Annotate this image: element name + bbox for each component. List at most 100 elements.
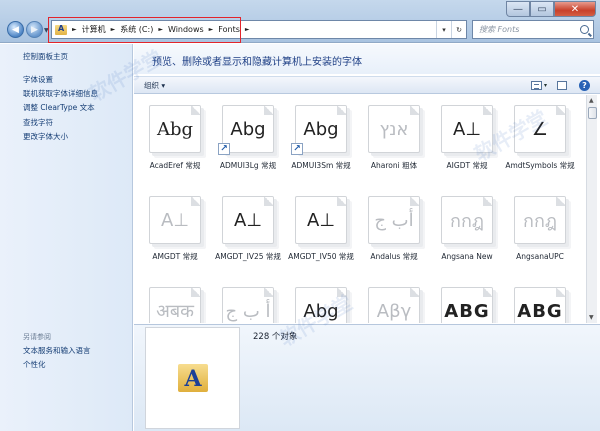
font-item[interactable]: Αβγ — [358, 287, 430, 323]
breadcrumb-separator[interactable]: ► — [242, 26, 253, 33]
font-preview-tile: กกฎ — [514, 196, 566, 244]
sidebar-find-character[interactable]: 查找字符 — [23, 117, 53, 128]
minimize-button[interactable]: — — [506, 1, 530, 17]
page-fold-icon — [264, 197, 273, 206]
window-controls: — ▭ ✕ — [506, 1, 596, 17]
font-name-label: AcadEref 常规 — [149, 161, 201, 170]
font-preview-tile: A⊥ — [149, 196, 201, 244]
font-name-label: Angsana New — [441, 252, 493, 261]
maximize-button[interactable]: ▭ — [530, 1, 554, 17]
search-icon[interactable] — [580, 25, 589, 34]
sidebar-get-font-info-online[interactable]: 联机获取字体详细信息 — [23, 88, 98, 99]
view-options-dropdown[interactable]: ▾ — [544, 82, 547, 89]
font-preview-tile: Αβγ — [368, 287, 420, 323]
help-icon[interactable]: ? — [579, 79, 590, 91]
change-view-icon[interactable] — [530, 80, 542, 90]
page-fold-icon — [337, 288, 346, 297]
vertical-scrollbar[interactable]: ▲ ▼ — [586, 95, 597, 323]
annotation-highlight-box — [48, 17, 241, 43]
font-sample-text: Abg — [156, 118, 194, 140]
scroll-down-arrow-icon[interactable]: ▼ — [589, 314, 594, 321]
font-item[interactable]: Abg — [285, 287, 357, 323]
sidebar-text-services-languages[interactable]: 文本服务和输入语言 — [23, 345, 91, 356]
preview-pane-icon[interactable] — [557, 80, 567, 90]
page-fold-icon — [556, 288, 565, 297]
font-name-label: ADMUI3Sm 常规 — [291, 161, 351, 170]
font-item[interactable]: A⊥ AIGDT 常规 — [431, 105, 503, 187]
page-fold-icon — [483, 106, 492, 115]
font-sample-text: A⊥ — [453, 118, 481, 140]
font-name-label: AIGDT 常规 — [446, 161, 488, 170]
font-item[interactable]: A⊥ AMGDT_IV25 常规 — [212, 196, 284, 278]
font-sample-text: กกฎ — [450, 210, 484, 232]
font-item[interactable]: กกฎ Angsana New — [431, 196, 503, 278]
page-fold-icon — [264, 288, 273, 297]
selected-item-preview — [145, 327, 240, 429]
font-name-label: AngsanaUPC — [516, 252, 564, 261]
sidebar-personalization[interactable]: 个性化 — [23, 359, 46, 370]
shortcut-arrow-icon: ↗ — [218, 143, 230, 155]
page-fold-icon — [410, 288, 419, 297]
page-fold-icon — [483, 197, 492, 206]
scroll-up-arrow-icon[interactable]: ▲ — [589, 97, 594, 104]
sidebar-change-font-size[interactable]: 更改字体大小 — [23, 131, 68, 142]
font-preview-tile: Abg — [295, 287, 347, 323]
page-fold-icon — [264, 106, 273, 115]
sidebar-font-settings[interactable]: 字体设置 — [23, 74, 53, 85]
page-fold-icon — [483, 288, 492, 297]
font-sample-text: A⊥ — [307, 209, 335, 231]
font-item[interactable]: أ ب ج — [212, 287, 284, 323]
font-name-label: AMGDT 常规 — [152, 252, 198, 261]
font-item[interactable]: ABG — [504, 287, 576, 323]
see-also-heading: 另请参阅 — [23, 333, 51, 341]
font-preview-tile: Abg — [149, 105, 201, 153]
font-grid: Abg AcadEref 常规 Abg ↗ ADMUI3Lg 常规 Abg ↗ ADMUI3S… — [134, 95, 586, 323]
font-preview-tile: กกฎ — [441, 196, 493, 244]
organize-menu-button[interactable]: 组织 ▾ — [144, 80, 165, 91]
font-item[interactable]: A⊥ AMGDT 常规 — [139, 196, 211, 278]
page-fold-icon — [191, 106, 200, 115]
page-fold-icon — [410, 106, 419, 115]
forward-button[interactable]: ▶ — [26, 21, 43, 38]
address-dropdown-icon[interactable]: ▾ — [436, 21, 451, 38]
font-sample-text: ∠ — [531, 118, 549, 140]
font-item[interactable]: Abg AcadEref 常规 — [139, 105, 211, 187]
search-input[interactable]: 搜索 Fonts — [472, 20, 594, 39]
font-name-label: AMGDT_IV25 常规 — [215, 252, 281, 261]
font-item[interactable]: أب ج Andalus 常规 — [358, 196, 430, 278]
page-fold-icon — [191, 197, 200, 206]
address-actions: ▾ ↻ — [436, 21, 466, 38]
close-button[interactable]: ✕ — [554, 1, 596, 17]
font-preview-tile: אנץ — [368, 105, 420, 153]
font-preview-tile: A⊥ — [441, 105, 493, 153]
font-sample-text: Abg — [230, 118, 266, 140]
item-count: 228 个对象 — [253, 332, 298, 342]
font-item[interactable]: אנץ Aharoni 粗体 — [358, 105, 430, 187]
page-fold-icon — [191, 288, 200, 297]
font-sample-text: A⊥ — [161, 209, 189, 231]
font-item[interactable]: Abg ↗ ADMUI3Sm 常规 — [285, 105, 357, 187]
back-button[interactable]: ◀ — [7, 21, 24, 38]
font-preview-tile: A⊥ — [295, 196, 347, 244]
font-item[interactable]: Abg ↗ ADMUI3Lg 常规 — [212, 105, 284, 187]
font-item[interactable]: กกฎ AngsanaUPC — [504, 196, 576, 278]
font-preview-tile: ABG — [441, 287, 493, 323]
font-name-label: Andalus 常规 — [370, 252, 418, 261]
command-bar: 组织 ▾ ▾ ? — [134, 76, 600, 94]
font-sample-text: Αβγ — [376, 300, 412, 322]
font-sample-text: Abg — [303, 300, 339, 322]
page-fold-icon — [410, 197, 419, 206]
shortcut-arrow-icon: ↗ — [291, 143, 303, 155]
font-item[interactable]: A⊥ AMGDT_IV50 常规 — [285, 196, 357, 278]
refresh-icon[interactable]: ↻ — [451, 21, 466, 38]
font-item[interactable]: अबक — [139, 287, 211, 323]
font-item[interactable]: ∠ AmdtSymbols 常规 — [504, 105, 576, 187]
sidebar-adjust-cleartype[interactable]: 调整 ClearType 文本 — [23, 102, 95, 113]
scroll-thumb[interactable] — [588, 107, 597, 119]
sidebar-control-panel-home[interactable]: 控制面板主页 — [23, 51, 68, 62]
font-sample-text: अबक — [156, 301, 194, 322]
font-item[interactable]: ABG — [431, 287, 503, 323]
page-fold-icon — [556, 106, 565, 115]
font-preview-tile: A⊥ — [222, 196, 274, 244]
font-preview-tile: أب ج — [368, 196, 420, 244]
